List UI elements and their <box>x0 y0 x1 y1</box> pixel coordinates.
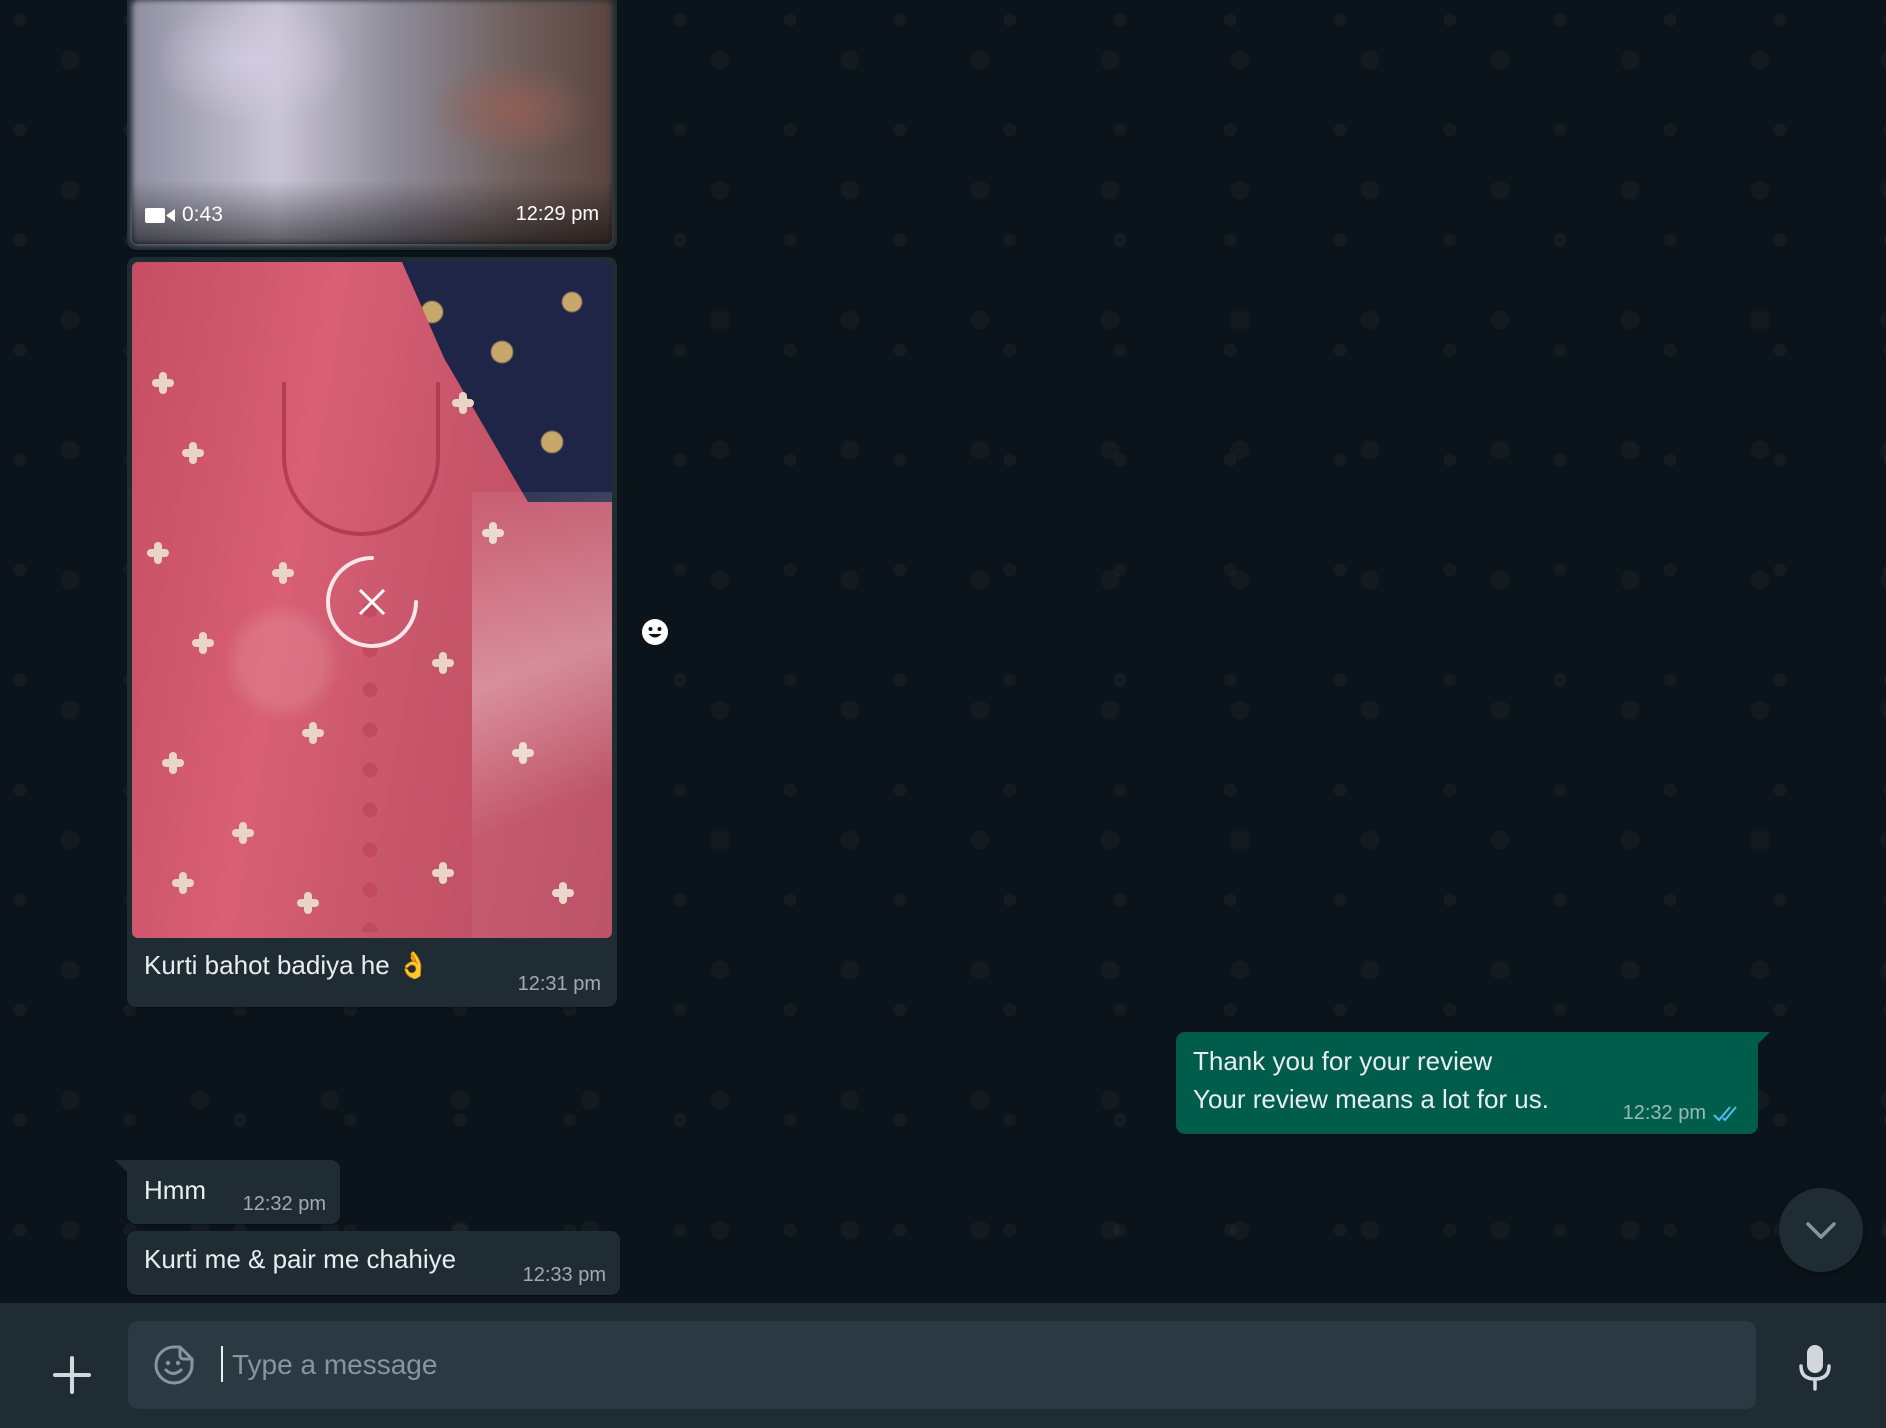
photo-embroidery <box>452 392 474 414</box>
chevron-down-icon <box>1806 1222 1836 1239</box>
cancel-download-icon[interactable] <box>322 552 422 652</box>
message-text: Thank you for your review <box>1193 1046 1493 1076</box>
photo-embroidery <box>302 722 324 744</box>
scroll-to-bottom-button[interactable] <box>1779 1188 1863 1272</box>
incoming-message[interactable]: Hmm 12:32 pm <box>115 1160 340 1224</box>
photo-embroidery <box>297 892 319 914</box>
photo-embroidery <box>432 862 454 884</box>
bubble-tail <box>1756 1032 1770 1046</box>
message-text: Kurti me & pair me chahiye <box>144 1244 457 1274</box>
message-text: Your review means a lot for us. <box>1193 1084 1549 1114</box>
photo-embroidery <box>192 632 214 654</box>
message-time: 12:29 pm <box>515 203 599 225</box>
message-time: 12:32 pm <box>242 1193 326 1215</box>
photo-embroidery <box>162 752 184 774</box>
photo-embroidery <box>272 562 294 584</box>
incoming-message[interactable]: Kurti me & pair me chahiye 12:33 pm <box>127 1231 620 1295</box>
message-time: 12:33 pm <box>522 1264 606 1286</box>
image-caption: Kurti bahot badiya he 👌 <box>144 950 429 981</box>
video-message[interactable]: 0:43 12:29 pm <box>127 0 617 250</box>
outgoing-message[interactable]: Thank you for your review Your review me… <box>1176 1032 1770 1134</box>
microphone-icon[interactable] <box>1790 1339 1840 1395</box>
video-camera-icon <box>145 208 175 223</box>
photo-collar <box>282 382 440 536</box>
message-photo[interactable] <box>132 262 612 938</box>
photo-plastic-shine <box>472 492 612 938</box>
bubble-tail <box>115 1160 129 1174</box>
message-time: 12:32 pm <box>1622 1102 1706 1124</box>
smiley-icon[interactable] <box>633 610 677 654</box>
message-text: Hmm <box>144 1175 207 1205</box>
video-duration: 0:43 <box>182 203 223 226</box>
double-check-read-icon <box>1713 1106 1737 1122</box>
composer-bar <box>0 1303 1886 1428</box>
message-time: 12:31 pm <box>517 973 601 995</box>
ok-hand-emoji: 👌 <box>396 950 430 980</box>
sticker-icon[interactable] <box>152 1343 196 1387</box>
photo-embroidery <box>152 372 174 394</box>
image-message[interactable]: Kurti bahot badiya he 👌 12:31 pm <box>127 257 617 1007</box>
text-caret <box>221 1346 223 1382</box>
caption-text: Kurti bahot badiya he <box>144 950 390 980</box>
plus-icon[interactable] <box>42 1345 102 1405</box>
photo-embroidery <box>182 442 204 464</box>
photo-embroidery <box>172 872 194 894</box>
message-input-box[interactable] <box>128 1321 1756 1409</box>
message-input[interactable] <box>232 1337 1712 1393</box>
photo-embroidery <box>232 822 254 844</box>
chat-area: 0:43 12:29 pm Kurti bahot badiya he 👌 12… <box>0 0 1886 1303</box>
photo-embroidery <box>147 542 169 564</box>
photo-embroidery <box>432 652 454 674</box>
